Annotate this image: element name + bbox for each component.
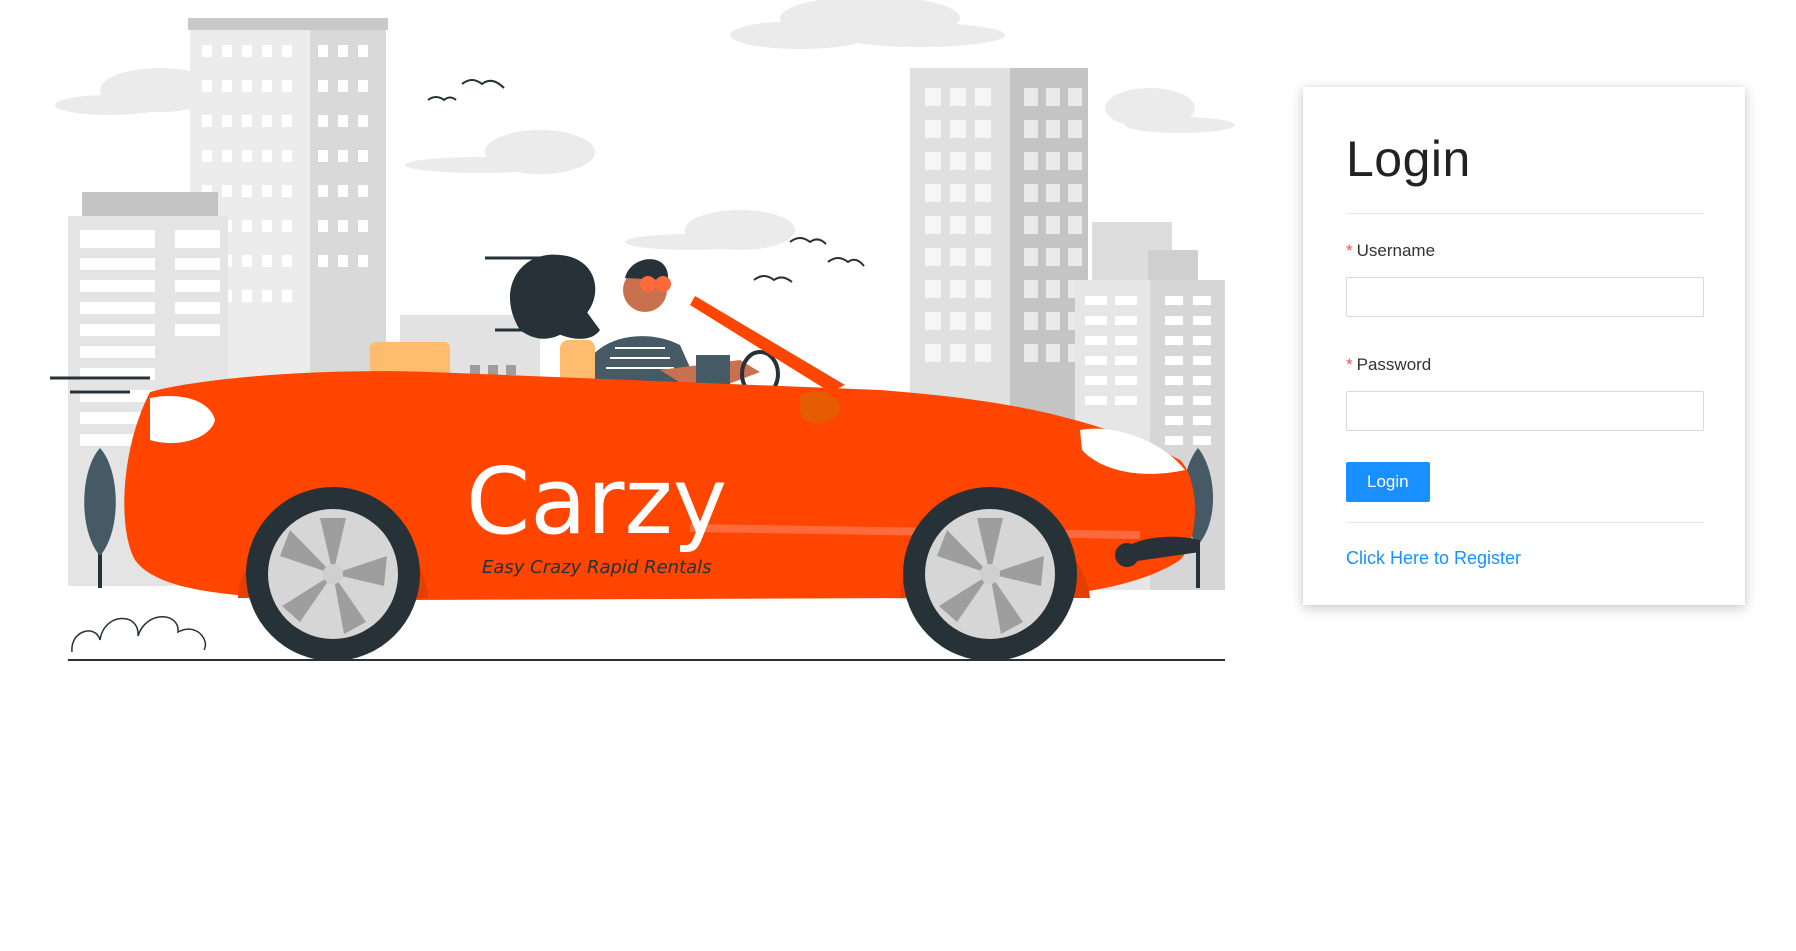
- title-divider: [1346, 213, 1704, 214]
- birds: [427, 79, 865, 283]
- login-button[interactable]: Login: [1346, 462, 1430, 502]
- required-mark: *: [1346, 355, 1353, 374]
- password-label: * Password: [1346, 355, 1432, 374]
- login-title: Login: [1346, 131, 1471, 187]
- username-label: * Username: [1346, 241, 1436, 260]
- required-mark: *: [1346, 241, 1353, 260]
- brand-tagline: Easy Crazy Rapid Rentals: [482, 557, 712, 578]
- car-city-illustration: Carzy Easy Crazy Rapid Rentals: [50, 0, 1235, 661]
- password-input[interactable]: [1346, 391, 1704, 431]
- brand-logo: Carzy: [466, 448, 727, 555]
- login-card: Login * Username * Password Login Click He…: [1303, 87, 1745, 605]
- hero-illustration: Carzy Easy Crazy Rapid Rentals: [0, 0, 1280, 700]
- username-input[interactable]: [1346, 277, 1704, 317]
- form-divider: [1346, 522, 1704, 523]
- rear-wheel: [246, 487, 420, 661]
- register-link[interactable]: Click Here to Register: [1346, 548, 1704, 569]
- dust-cloud: [71, 616, 207, 653]
- front-wheel: [903, 487, 1077, 661]
